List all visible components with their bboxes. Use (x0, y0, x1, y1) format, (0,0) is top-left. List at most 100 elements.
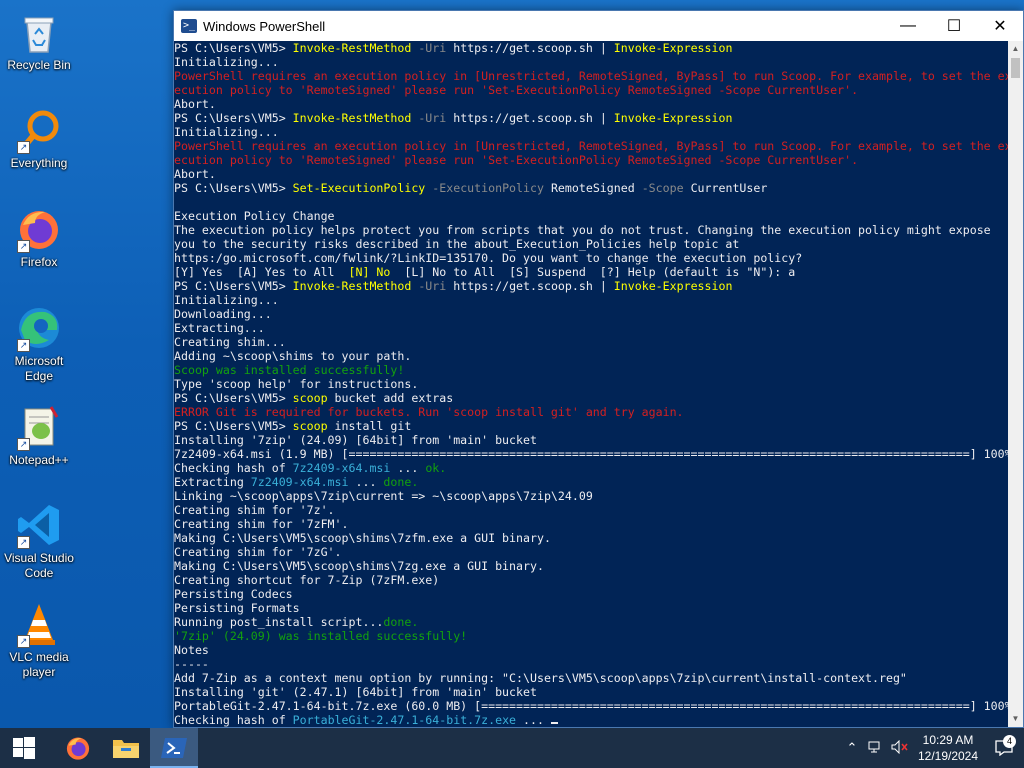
console-text: CurrentUser (690, 181, 768, 195)
windows-logo-icon (13, 737, 35, 759)
console-line: Creating shortcut for 7-Zip (7zFM.exe) (174, 573, 1010, 587)
title-bar[interactable]: >_ Windows PowerShell — ☐ ✕ (174, 11, 1023, 41)
vscode-icon: ↗ (15, 501, 63, 549)
desktop-icon-recycle-bin[interactable]: Recycle Bin (4, 8, 74, 73)
console-line: Execution Policy Change (174, 209, 1010, 223)
recycle-bin-icon (15, 8, 63, 56)
console-line: you to the security risks described in t… (174, 237, 1010, 251)
console-line: Adding ~\scoop\shims to your path. (174, 349, 1010, 363)
taskbar-firefox[interactable] (54, 728, 102, 768)
console-line: Creating shim for '7zG'. (174, 545, 1010, 559)
console-line: Notes (174, 643, 1010, 657)
console-line: ecution policy to 'RemoteSigned' please … (174, 153, 1010, 167)
console-text: Invoke-Expression (613, 111, 733, 125)
console-line: PS C:\Users\VM5> Set-ExecutionPolicy -Ex… (174, 181, 1010, 195)
console-text: PS C:\Users\VM5> (174, 41, 293, 55)
scrollbar-thumb[interactable] (1011, 58, 1020, 78)
console-text: Linking ~\scoop\apps\7zip\current => ~\s… (174, 489, 593, 503)
console-text: ecution policy to 'RemoteSigned' please … (174, 83, 859, 97)
scroll-up-arrow-icon[interactable]: ▲ (1008, 41, 1023, 57)
console-line: Creating shim for '7z'. (174, 503, 1010, 517)
console-line: Persisting Formats (174, 601, 1010, 615)
desktop-icon-notepadpp[interactable]: ↗ Notepad++ (4, 403, 74, 468)
minimize-button[interactable]: — (885, 11, 931, 41)
clock-date: 12/19/2024 (917, 749, 979, 763)
shortcut-arrow-icon: ↗ (17, 635, 30, 648)
console-text: Add 7-Zip as a context menu option by ru… (174, 671, 907, 685)
console-text: Persisting Codecs (174, 587, 293, 601)
console-output[interactable]: PS C:\Users\VM5> Invoke-RestMethod -Uri … (174, 41, 1010, 727)
console-text: Type 'scoop help' for instructions. (174, 377, 419, 391)
console-text: RemoteSigned (550, 181, 642, 195)
console-text: scoop (292, 391, 328, 405)
taskbar-file-explorer[interactable] (102, 728, 150, 768)
console-text: Abort. (174, 97, 216, 111)
network-icon[interactable] (864, 740, 888, 757)
console-line: https:/go.microsoft.com/fwlink/?LinkID=1… (174, 251, 1010, 265)
console-text: done. (383, 615, 419, 629)
console-text: -Uri (411, 41, 454, 55)
show-hidden-icons-chevron-up-icon[interactable]: ⌃ (840, 740, 864, 756)
window-title: Windows PowerShell (203, 18, 326, 34)
console-text: ERROR Git is required for buckets. Run '… (174, 405, 684, 419)
console-text: [Y] Yes [A] Yes to All (174, 265, 349, 279)
vertical-scrollbar[interactable]: ▲ ▼ (1008, 41, 1023, 727)
console-line: Running post_install script...done. (174, 615, 1010, 629)
console-line: Creating shim... (174, 335, 1010, 349)
desktop-icon-edge[interactable]: ↗ Microsoft Edge (4, 304, 74, 384)
desktop-icon-vscode[interactable]: ↗ Visual Studio Code (4, 501, 74, 581)
console-text: Invoke-RestMethod (292, 111, 412, 125)
taskbar-powershell[interactable] (150, 728, 198, 768)
console-line: ----- (174, 657, 1010, 671)
desktop-icon-vlc[interactable]: ↗ VLC media player (4, 600, 74, 680)
console-text: 7z2409-x64.msi (292, 461, 391, 475)
console-text: scoop (292, 419, 328, 433)
clock[interactable]: 10:29 AM 12/19/2024 (912, 732, 984, 764)
shortcut-arrow-icon: ↗ (17, 141, 30, 154)
console-text: -Scope (641, 181, 691, 195)
console-text: PS C:\Users\VM5> (174, 111, 293, 125)
console-line: Checking hash of 7z2409-x64.msi ... ok. (174, 461, 1010, 475)
powershell-window[interactable]: >_ Windows PowerShell — ☐ ✕ PS C:\Users\… (173, 10, 1024, 728)
console-line: ecution policy to 'RemoteSigned' please … (174, 83, 1010, 97)
console-text: you to the security risks described in t… (174, 237, 740, 251)
powershell-icon: >_ (181, 19, 197, 33)
close-button[interactable]: ✕ (977, 11, 1023, 41)
console-line: Abort. (174, 97, 1010, 111)
console-line: Abort. (174, 167, 1010, 181)
shortcut-arrow-icon: ↗ (17, 339, 30, 352)
console-text: Extracting (174, 475, 251, 489)
action-center-button[interactable]: 4 (984, 735, 1024, 756)
volume-muted-icon[interactable] (888, 739, 912, 757)
scroll-down-arrow-icon[interactable]: ▼ (1008, 711, 1023, 727)
console-text: install git (327, 419, 412, 433)
console-text: -Uri (411, 279, 454, 293)
console-text: done. (383, 475, 419, 489)
console-text: PS C:\Users\VM5> (174, 419, 293, 433)
console-line: Installing '7zip' (24.09) [64bit] from '… (174, 433, 1010, 447)
console-line: Making C:\Users\VM5\scoop\shims\7zg.exe … (174, 559, 1010, 573)
console-line: The execution policy helps protect you f… (174, 223, 1010, 237)
console-line: PowerShell requires an execution policy … (174, 139, 1010, 153)
console-text: '7zip' (24.09) was installed successfull… (174, 629, 468, 643)
maximize-icon: ☐ (946, 18, 962, 35)
console-text: Checking hash of (174, 713, 293, 727)
desktop-icon-everything[interactable]: ↗ Everything (4, 106, 74, 171)
console-text: bucket add extras (327, 391, 454, 405)
console-text: Making C:\Users\VM5\scoop\shims\7zfm.exe… (174, 531, 551, 545)
console-text: PowerShell requires an execution policy … (174, 139, 1010, 153)
console-line: Extracting... (174, 321, 1010, 335)
desktop-icon-firefox[interactable]: ↗ Firefox (4, 205, 74, 270)
console-text: 7z2409-x64.msi (1.9 MB) [===============… (174, 447, 1010, 461)
console-line: Scoop was installed successfully! (174, 363, 1010, 377)
console-line: Initializing... (174, 55, 1010, 69)
console-text: Creating shim for '7z'. (174, 503, 335, 517)
console-text: Invoke-Expression (613, 41, 733, 55)
maximize-button[interactable]: ☐ (931, 11, 977, 41)
console-text: Initializing... (174, 55, 279, 69)
start-button[interactable] (0, 728, 48, 768)
console-line: PortableGit-2.47.1-64-bit.7z.exe (60.0 M… (174, 699, 1010, 713)
notification-count-badge: 4 (1003, 735, 1016, 748)
console-text: Notes (174, 643, 209, 657)
